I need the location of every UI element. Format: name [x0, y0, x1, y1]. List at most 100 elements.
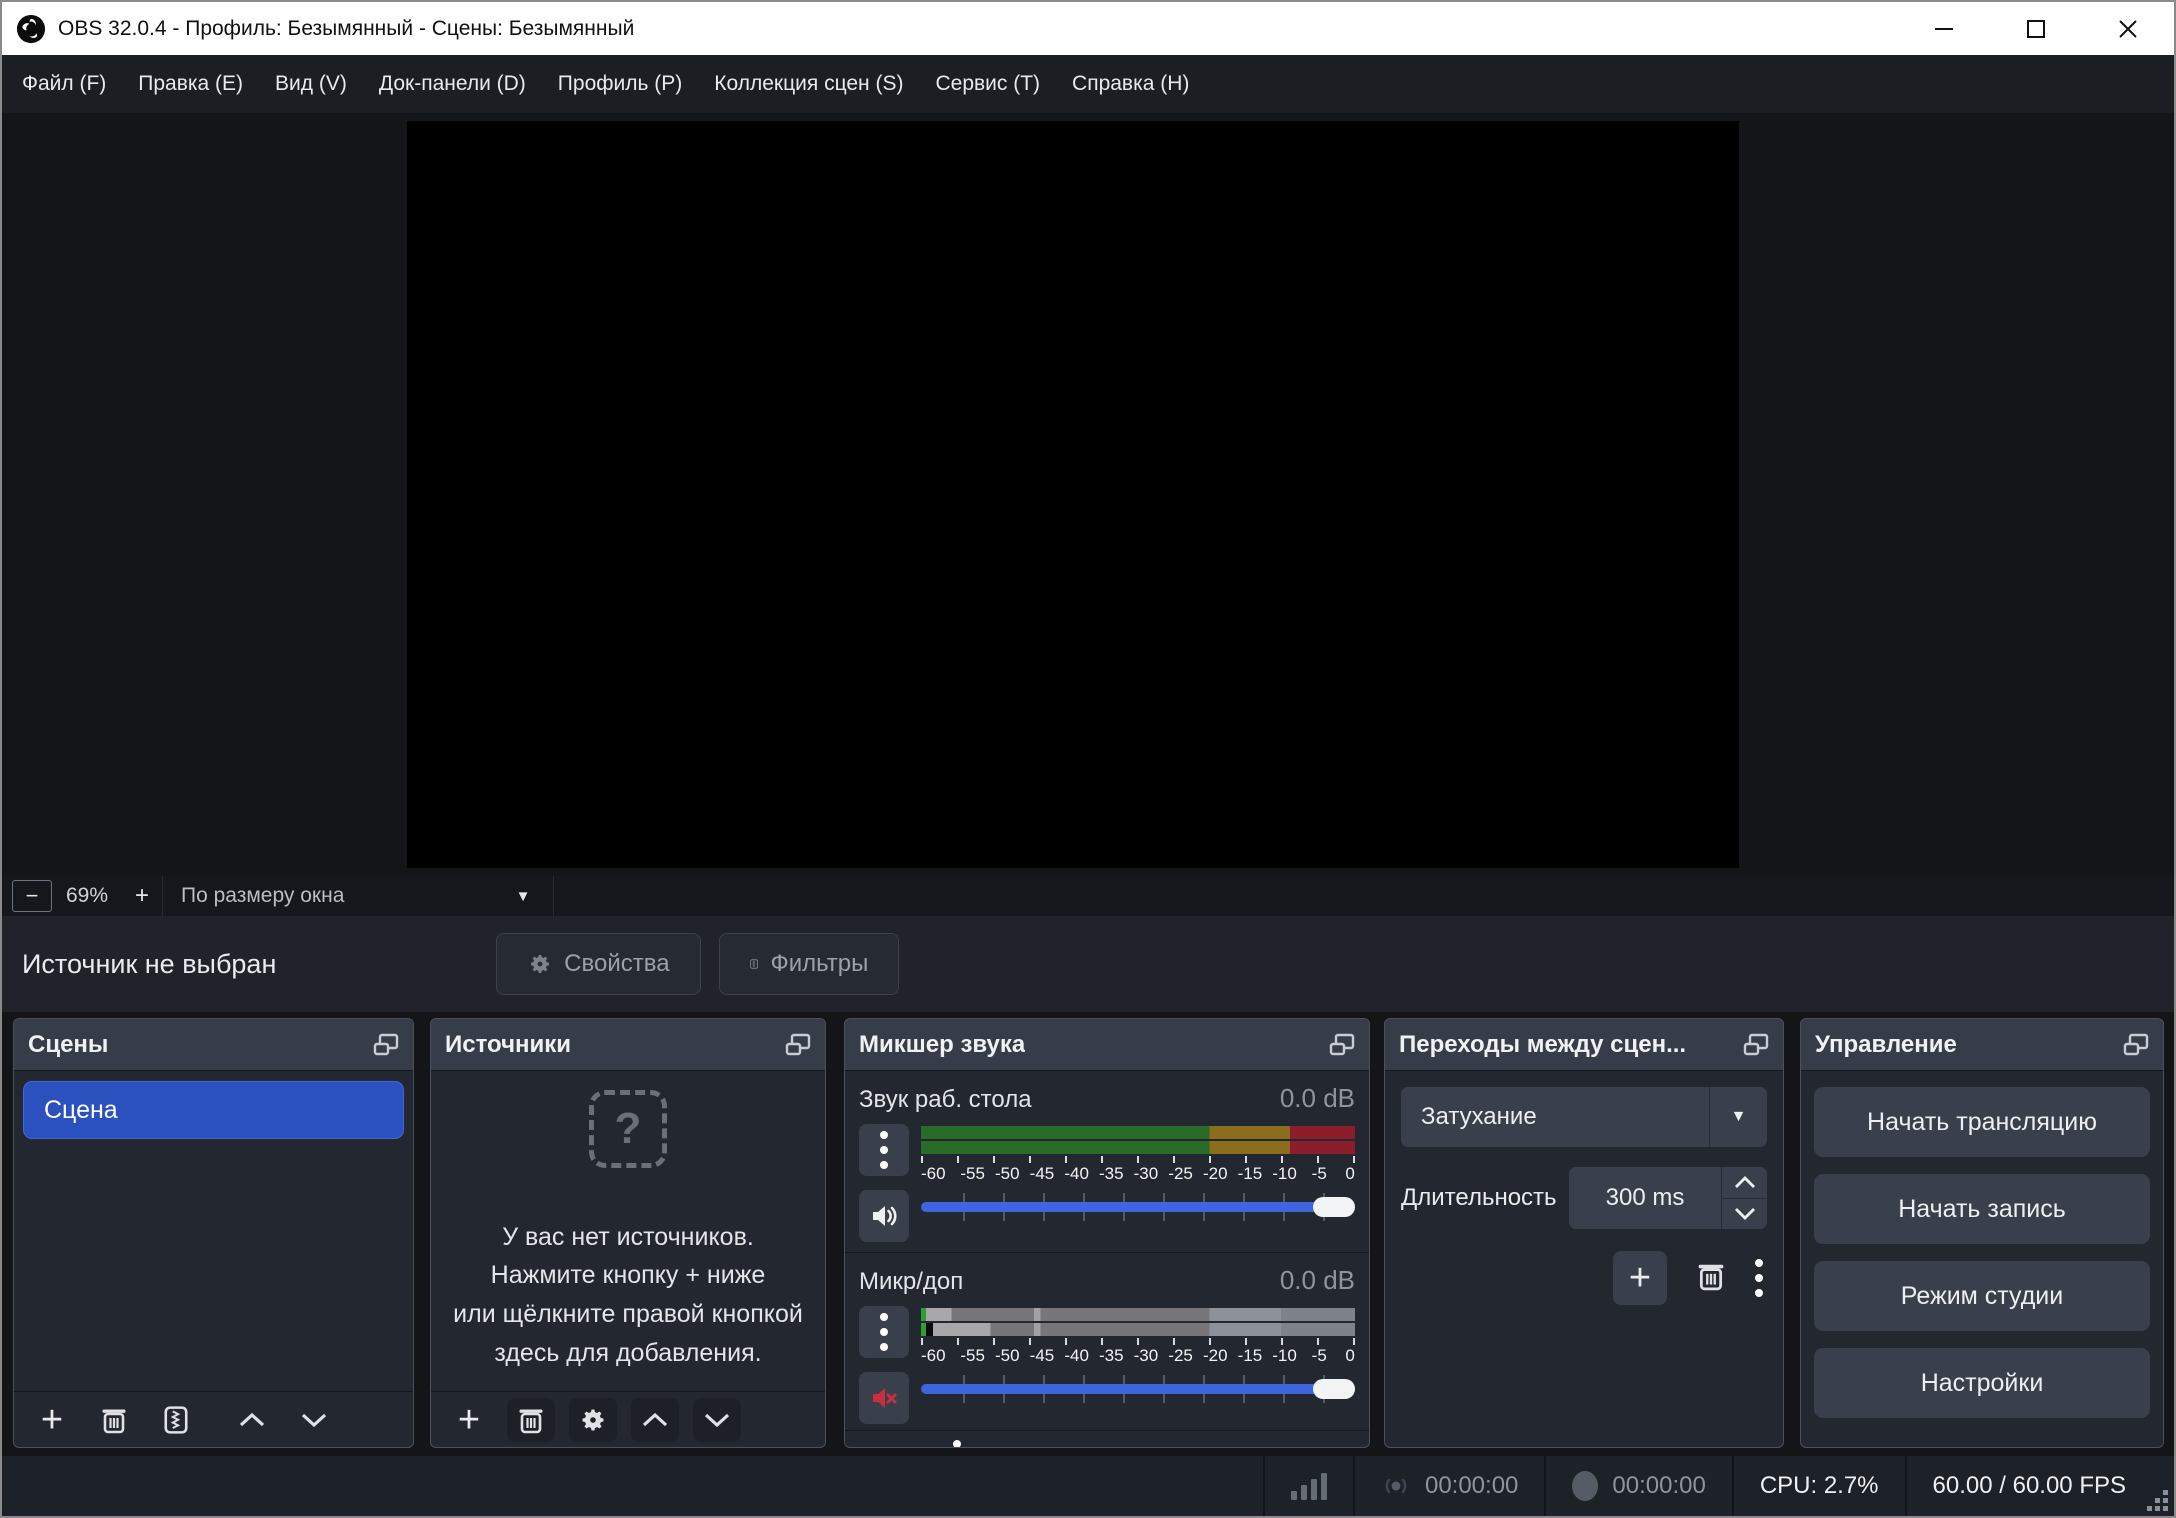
popout-icon[interactable] — [2123, 1033, 2149, 1057]
transition-value: Затухание — [1421, 1103, 1537, 1130]
mute-toggle-button[interactable] — [859, 1190, 909, 1242]
channel-menu-button[interactable] — [859, 1124, 909, 1176]
fit-mode-select[interactable]: По размеру окна — [163, 884, 493, 908]
properties-button[interactable]: Свойства — [496, 933, 702, 995]
filters-button[interactable]: Фильтры — [719, 933, 900, 995]
channel-menu-button[interactable] — [859, 1306, 909, 1358]
menu-edit[interactable]: Правка (E) — [122, 55, 259, 113]
add-source-button[interactable]: + — [445, 1398, 493, 1442]
popout-icon[interactable] — [1329, 1033, 1355, 1057]
trash-icon — [102, 1409, 126, 1433]
volume-slider[interactable] — [921, 1190, 1355, 1224]
menu-docks[interactable]: Док-панели (D) — [363, 55, 542, 113]
popout-icon[interactable] — [1743, 1033, 1769, 1057]
remove-scene-button[interactable] — [90, 1398, 138, 1442]
scenes-toolbar: + — [14, 1391, 413, 1447]
transition-select[interactable]: Затухание ▼ — [1401, 1087, 1767, 1147]
transitions-panel: Переходы между сцен... Затухание ▼ Длите… — [1384, 1018, 1784, 1448]
menu-bar: Файл (F) Правка (E) Вид (V) Док-панели (… — [2, 55, 2174, 113]
transitions-panel-header[interactable]: Переходы между сцен... — [1385, 1019, 1783, 1071]
transitions-panel-title: Переходы между сцен... — [1399, 1030, 1687, 1058]
sources-panel: Источники ? У вас нет источников. Нажмит… — [430, 1018, 826, 1448]
start-recording-button[interactable]: Начать запись — [1814, 1174, 2150, 1244]
move-source-up-button[interactable] — [631, 1397, 679, 1442]
zoom-in-button[interactable]: + — [122, 882, 162, 910]
add-scene-button[interactable]: + — [28, 1398, 76, 1442]
scenes-panel-header[interactable]: Сцены — [14, 1019, 413, 1071]
source-properties-button[interactable] — [569, 1397, 617, 1442]
controls-panel: Управление Начать трансляцию Начать запи… — [1800, 1018, 2164, 1448]
studio-mode-button[interactable]: Режим студии — [1814, 1261, 2150, 1331]
controls-panel-header[interactable]: Управление — [1801, 1019, 2163, 1071]
empty-text-line: или щёлкните правой кнопкой — [453, 1300, 803, 1328]
sources-list[interactable]: ? У вас нет источников. Нажмите кнопку +… — [431, 1071, 825, 1391]
chevron-down-icon[interactable]: ▼ — [493, 888, 553, 905]
zoom-out-button[interactable]: − — [12, 880, 52, 912]
mixer-channels: Звук раб. стола 0.0 dB -60 -55-50 -45 -4… — [845, 1071, 1369, 1430]
obs-window: OBS 32.0.4 - Профиль: Безымянный - Сцены… — [0, 0, 2176, 1518]
minimize-button[interactable] — [1898, 2, 1990, 55]
duration-spinbox[interactable]: 300 ms — [1569, 1167, 1767, 1229]
popout-icon[interactable] — [785, 1033, 811, 1057]
menu-file[interactable]: Файл (F) — [6, 55, 122, 113]
gear-icon — [582, 1409, 604, 1430]
menu-profile[interactable]: Профиль (P) — [542, 55, 698, 113]
meter-scale: -60 -55 -50 -45 -40 -35 -30 -25 -20 -15 -10 -5 0 — [921, 1346, 1355, 1365]
start-streaming-button[interactable]: Начать трансляцию — [1814, 1087, 2150, 1157]
maximize-button[interactable] — [1990, 2, 2082, 55]
speaker-muted-icon — [873, 1388, 897, 1408]
resize-grip[interactable] — [2146, 1489, 2168, 1511]
scenes-list: Сцена — [14, 1071, 413, 1391]
remove-source-button[interactable] — [507, 1397, 555, 1442]
scene-filters-button[interactable] — [152, 1398, 200, 1442]
meter-ticks — [921, 1338, 1355, 1345]
network-status-section — [1262, 1456, 1353, 1516]
mixer-panel-title: Микшер звука — [859, 1030, 1026, 1058]
filter-icon — [164, 1405, 188, 1434]
trash-icon — [1698, 1264, 1724, 1290]
zoom-level: 69% — [65, 884, 109, 907]
record-timer: 00:00:00 — [1612, 1472, 1706, 1499]
mixer-panel-header[interactable]: Микшер звука — [845, 1019, 1369, 1071]
menu-scene-collection[interactable]: Коллекция сцен (S) — [698, 55, 919, 113]
settings-button[interactable]: Настройки — [1814, 1348, 2150, 1418]
move-source-down-button[interactable] — [693, 1397, 741, 1442]
duration-increase-button[interactable] — [1722, 1167, 1767, 1198]
slider-handle[interactable] — [1313, 1197, 1355, 1217]
transitions-body: Затухание ▼ Длительность 300 ms + — [1385, 1071, 1783, 1447]
source-status-text: Источник не выбран — [22, 948, 277, 979]
empty-text-line: Нажмите кнопку + ниже — [490, 1261, 766, 1290]
chevron-down-icon — [301, 1413, 327, 1427]
advanced-audio-button[interactable] — [859, 1437, 907, 1447]
slider-track[interactable] — [921, 1202, 1355, 1212]
menu-tools[interactable]: Сервис (T) — [919, 55, 1056, 113]
chevron-down-icon[interactable]: ▼ — [1709, 1087, 1767, 1147]
scene-list-item[interactable]: Сцена — [23, 1081, 404, 1139]
slider-track[interactable] — [921, 1384, 1355, 1394]
volume-slider[interactable] — [921, 1372, 1355, 1406]
slider-handle[interactable] — [1313, 1379, 1355, 1399]
chevron-up-icon — [1734, 1175, 1755, 1188]
scenes-panel-title: Сцены — [28, 1030, 109, 1058]
mixer-menu-button[interactable] — [933, 1437, 981, 1447]
menu-help[interactable]: Справка (H) — [1056, 55, 1205, 113]
kebab-menu-icon — [880, 1313, 888, 1351]
sources-panel-header[interactable]: Источники — [431, 1019, 825, 1071]
volume-meter: -60 -55 -50 -45 -40 -35 -30 -25 -20 -15 -10 -5 0 — [921, 1124, 1355, 1184]
unmute-toggle-button[interactable] — [859, 1372, 909, 1424]
empty-text-line: У вас нет источников. — [502, 1222, 754, 1251]
duration-decrease-button[interactable] — [1722, 1197, 1767, 1230]
kebab-menu-icon — [880, 1131, 888, 1169]
popout-icon[interactable] — [373, 1033, 399, 1057]
close-button[interactable] — [2082, 2, 2174, 55]
move-scene-down-button[interactable] — [290, 1398, 338, 1442]
transition-menu-button[interactable] — [1755, 1259, 1763, 1297]
scenes-panel: Сцены Сцена + — [13, 1018, 414, 1448]
move-scene-up-button[interactable] — [228, 1398, 276, 1442]
program-canvas[interactable] — [407, 121, 1739, 868]
cpu-section: CPU: 2.7% — [1731, 1456, 1905, 1516]
remove-transition-button[interactable] — [1697, 1261, 1725, 1296]
preview-zoom-row: − 69% + По размеру окна ▼ — [2, 876, 2174, 916]
add-transition-button[interactable]: + — [1613, 1251, 1667, 1305]
menu-view[interactable]: Вид (V) — [259, 55, 363, 113]
